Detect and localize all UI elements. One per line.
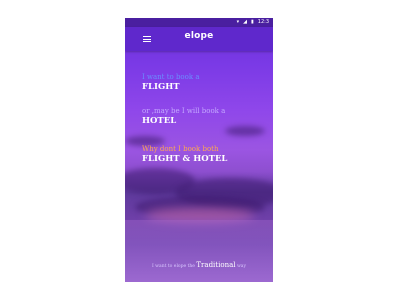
status-time: 12:3	[257, 19, 269, 25]
wifi-icon: ▾	[236, 19, 240, 25]
book-hotel-prefix: or ,may be I will book a	[142, 107, 226, 115]
app-title: elope	[184, 31, 214, 41]
book-flight-prefix: I want to book a	[142, 73, 200, 81]
cloud-wisp	[225, 126, 265, 136]
book-both-option[interactable]: Why dont I book both FLIGHT & HOTEL	[142, 145, 227, 165]
book-flight-label: FLIGHT	[142, 82, 180, 92]
footer-text-before: I want to elope the	[151, 264, 195, 269]
traditional-way-link[interactable]: I want to elope the Traditional way	[125, 261, 273, 269]
footer-highlight: Traditional	[196, 261, 236, 269]
book-hotel-label: HOTEL	[142, 116, 177, 126]
battery-icon: ▮	[251, 19, 254, 25]
water-reflection	[125, 220, 273, 282]
book-both-prefix: Why dont I book both	[142, 145, 219, 153]
app-bar: elope	[125, 27, 273, 51]
phone-screen: ▾ ◢ ▮ 12:3 elope I want to book a FLIGHT…	[125, 18, 273, 282]
status-bar: ▾ ◢ ▮ 12:3	[125, 18, 273, 27]
signal-icon: ◢	[243, 19, 247, 25]
book-both-label: FLIGHT & HOTEL	[142, 154, 228, 164]
book-flight-option[interactable]: I want to book a FLIGHT	[142, 73, 200, 93]
footer-text-after: way	[236, 264, 247, 269]
book-hotel-option[interactable]: or ,may be I will book a HOTEL	[142, 107, 225, 127]
